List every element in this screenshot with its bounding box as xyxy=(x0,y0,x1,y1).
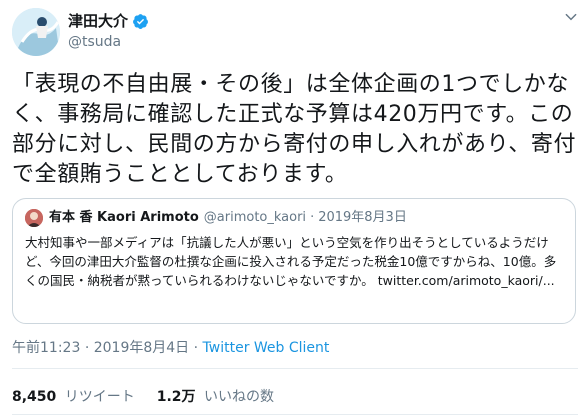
tweet-card: 津田大介 @tsuda 「表現の不自由展・その後」は全体企画の1つでしかなく、事… xyxy=(0,0,588,418)
tweet-client-link[interactable]: Twitter Web Client xyxy=(203,340,330,356)
quoted-avatar-image xyxy=(25,209,43,227)
author-handle[interactable]: @tsuda xyxy=(68,33,149,52)
likes-count: 1.2万 xyxy=(156,389,196,405)
avatar[interactable] xyxy=(12,8,60,56)
tweet-header: 津田大介 @tsuda xyxy=(12,8,149,56)
avatar-image xyxy=(12,8,60,56)
meta-separator-2: · xyxy=(193,340,199,356)
tweet-text: 「表現の不自由展・その後」は全体企画の1つでしかなく、事務局に確認した正式な予算… xyxy=(12,72,577,187)
divider-bottom xyxy=(12,414,578,415)
quoted-date: 2019年8月3日 xyxy=(318,210,407,225)
retweets-count: 8,450 xyxy=(12,389,57,405)
tweet-meta: 午前11:23 · 2019年8月4日 · Twitter Web Client xyxy=(12,337,329,357)
quoted-display-name: 有本 香 Kaori Arimoto xyxy=(49,210,199,225)
retweets-label: リツイート xyxy=(64,389,135,405)
likes-stat[interactable]: 1.2万 いいねの数 xyxy=(157,386,274,406)
meta-separator-1: · xyxy=(84,340,90,356)
verified-badge-icon xyxy=(133,14,148,29)
tweet-date[interactable]: 2019年8月4日 xyxy=(94,340,189,356)
author-display-name[interactable]: 津田大介 xyxy=(68,12,128,31)
author-names: 津田大介 @tsuda xyxy=(68,12,149,52)
quoted-tweet-header: 有本 香 Kaori Arimoto @arimoto_kaori · 2019… xyxy=(25,209,563,227)
retweets-stat[interactable]: 8,450 リツイート xyxy=(12,386,135,406)
quoted-text: 大村知事や一部メディアは「抗議した人が悪い」という空気を作り出そうとしているよう… xyxy=(25,235,557,288)
likes-label: いいねの数 xyxy=(204,389,275,405)
quoted-tweet[interactable]: 有本 香 Kaori Arimoto @arimoto_kaori · 2019… xyxy=(12,198,576,324)
tweet-time[interactable]: 午前11:23 xyxy=(12,340,80,356)
chevron-down-icon[interactable] xyxy=(564,10,578,24)
divider xyxy=(12,368,578,369)
name-row: 津田大介 xyxy=(68,12,149,31)
quoted-avatar xyxy=(25,209,43,227)
quoted-separator: · xyxy=(310,210,315,225)
tweet-stats: 8,450 リツイート 1.2万 いいねの数 xyxy=(12,386,296,406)
quoted-handle: @arimoto_kaori xyxy=(203,210,307,225)
